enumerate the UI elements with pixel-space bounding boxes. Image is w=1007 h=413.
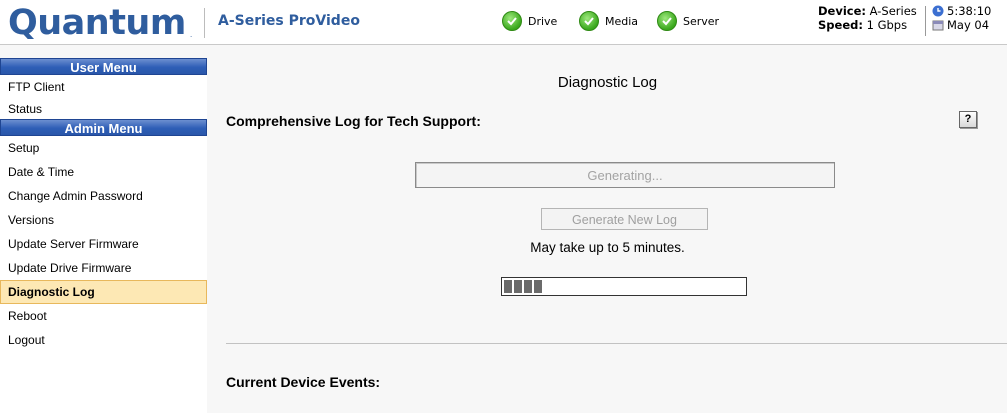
menu-item-change-admin-password[interactable]: Change Admin Password bbox=[0, 184, 207, 208]
header-divider bbox=[204, 8, 205, 38]
user-menu-header: User Menu bbox=[0, 58, 207, 75]
check-circle-icon bbox=[502, 11, 522, 31]
menu-item-date-time[interactable]: Date & Time bbox=[0, 160, 207, 184]
logo-mark: . bbox=[190, 30, 193, 39]
device-info: Device: A-Series Speed: 1 Gbps bbox=[818, 4, 917, 32]
product-name: A-Series ProVideo bbox=[218, 13, 360, 29]
quantum-logo: Quantum bbox=[8, 3, 186, 43]
status-media-label: Media bbox=[605, 14, 639, 28]
generate-new-log-button[interactable]: Generate New Log bbox=[541, 208, 708, 230]
menu-item-diagnostic-log[interactable]: Diagnostic Log bbox=[0, 280, 207, 304]
sidebar: User Menu FTP Client Status Admin Menu S… bbox=[0, 58, 207, 413]
status-drive-label: Drive bbox=[528, 14, 558, 28]
generating-status-field: Generating... bbox=[415, 162, 835, 188]
main-content: Diagnostic Log Comprehensive Log for Tec… bbox=[208, 58, 1007, 413]
check-circle-icon bbox=[657, 11, 677, 31]
progress-fill bbox=[504, 280, 543, 293]
section-title: Comprehensive Log for Tech Support: bbox=[226, 113, 481, 129]
menu-item-logout[interactable]: Logout bbox=[0, 328, 207, 352]
speed-value: 1 Gbps bbox=[866, 18, 908, 32]
device-value: A-Series bbox=[869, 4, 917, 18]
status-media: Media bbox=[579, 11, 638, 31]
menu-item-versions[interactable]: Versions bbox=[0, 208, 207, 232]
speed-label: Speed: bbox=[818, 18, 863, 32]
menu-item-ftp-client[interactable]: FTP Client bbox=[0, 75, 207, 99]
status-drive: Drive bbox=[502, 11, 557, 31]
calendar-icon bbox=[932, 20, 944, 31]
admin-menu-header: Admin Menu bbox=[0, 119, 207, 136]
clock-icon bbox=[932, 5, 944, 17]
check-circle-icon bbox=[579, 11, 599, 31]
menu-item-update-server-firmware[interactable]: Update Server Firmware bbox=[0, 232, 207, 256]
header: Quantum . A-Series ProVideo Drive Media … bbox=[0, 0, 1007, 45]
duration-note: May take up to 5 minutes. bbox=[530, 240, 685, 255]
section-divider bbox=[226, 343, 1007, 344]
time-text: 5:38:10 bbox=[947, 4, 992, 18]
progress-bar bbox=[501, 277, 747, 296]
info-divider bbox=[925, 6, 926, 36]
menu-item-setup[interactable]: Setup bbox=[0, 136, 207, 160]
menu-item-status[interactable]: Status bbox=[0, 99, 207, 119]
menu-item-reboot[interactable]: Reboot bbox=[0, 304, 207, 328]
datetime: 5:38:10 May 04 bbox=[932, 4, 991, 32]
device-label: Device: bbox=[818, 4, 866, 18]
page-title: Diagnostic Log bbox=[557, 74, 658, 91]
status-server-label: Server bbox=[683, 14, 720, 28]
events-title: Current Device Events: bbox=[226, 374, 381, 390]
status-server: Server bbox=[657, 11, 719, 31]
help-button[interactable]: ? bbox=[959, 111, 977, 128]
date-text: May 04 bbox=[947, 18, 990, 32]
menu-item-update-drive-firmware[interactable]: Update Drive Firmware bbox=[0, 256, 207, 280]
